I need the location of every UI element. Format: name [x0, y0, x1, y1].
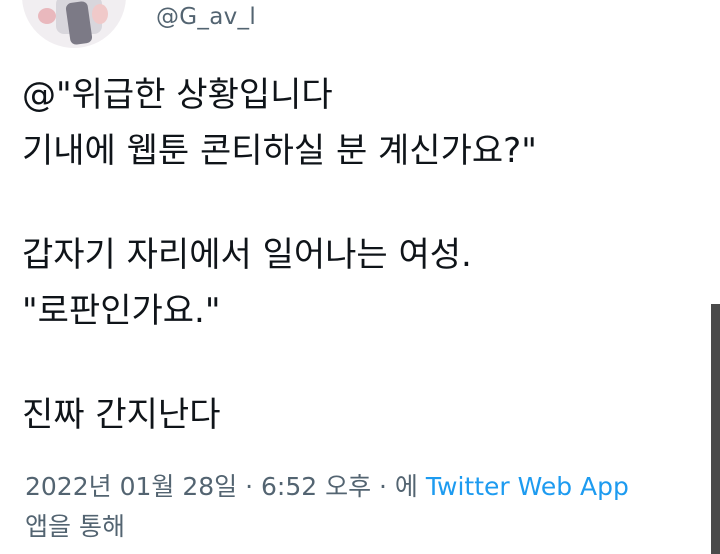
tweet-line: "로판인가요." [22, 291, 221, 331]
tweet-line: 진짜 간지난다 [22, 395, 221, 435]
tweet-time[interactable]: 6:52 오후 [261, 472, 371, 501]
scrollbar[interactable] [711, 304, 720, 554]
avatar[interactable] [22, 0, 126, 48]
tweet-metadata: 2022년 01월 28일 · 6:52 오후 · 에 Twitter Web … [25, 468, 629, 506]
tweet-line: @"위급한 상황입니다 [22, 75, 333, 115]
source-link[interactable]: Twitter Web App [426, 472, 629, 501]
tweet-date[interactable]: 2022년 01월 28일 [25, 472, 237, 501]
tweet-text: @"위급한 상황입니다 기내에 웹툰 콘티하실 분 계신가요?" 갑자기 자리에… [22, 67, 692, 443]
tweet: @G_av_l @"위급한 상황입니다 기내에 웹툰 콘티하실 분 계신가요?"… [0, 0, 720, 554]
user-handle[interactable]: @G_av_l [156, 0, 256, 34]
tweet-line: 기내에 웹툰 콘티하실 분 계신가요?" [22, 131, 537, 171]
separator: · [371, 472, 395, 501]
via-prefix: 에 [394, 472, 426, 501]
separator: · [237, 472, 261, 501]
via-suffix: 앱을 통해 [25, 512, 125, 541]
tweet-line: 갑자기 자리에서 일어나는 여성. [22, 235, 472, 275]
